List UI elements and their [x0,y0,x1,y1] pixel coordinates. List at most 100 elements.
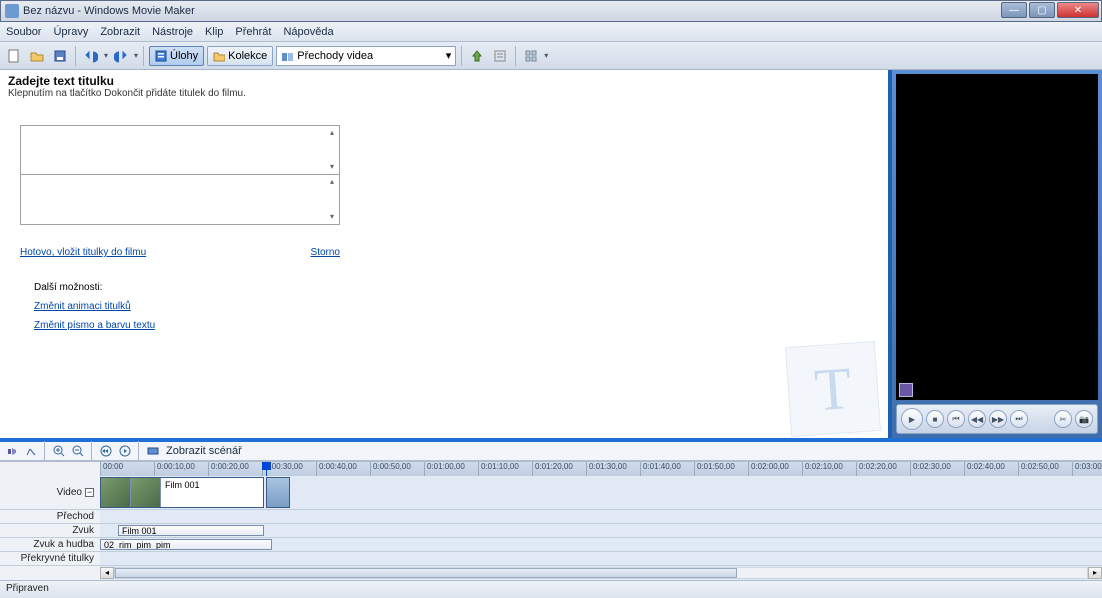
collections-label: Kolekce [228,50,267,62]
timeline-scrollbar[interactable]: ◂ ▸ [100,566,1102,580]
view-button[interactable] [521,46,541,66]
music-track-label: Zvuk a hudba [0,538,100,551]
scroll-left-button[interactable]: ◂ [100,567,114,579]
play-button[interactable]: ▶ [901,408,923,430]
audio-track-label: Zvuk [0,524,100,537]
tasks-icon [155,50,167,62]
music-track-content[interactable]: 02_rim_pim_pim [100,538,1102,551]
prev-button[interactable]: ⏮ [947,410,965,428]
app-icon [5,4,19,18]
scroll-down-icon[interactable]: ▾ [327,212,337,222]
collections-toggle[interactable]: Kolekce [207,46,273,66]
folder-icon [213,50,225,62]
clip-label: Film 001 [161,478,204,507]
title-editor-pane: Zadejte text titulku Klepnutím na tlačít… [0,70,888,438]
up-button[interactable] [467,46,487,66]
new-button[interactable] [4,46,24,66]
title-text-input-1[interactable]: ▴▾ [20,125,340,175]
transition-track: Přechod [0,510,1102,524]
play-timeline-button[interactable] [117,444,132,459]
undo-button[interactable] [81,46,101,66]
video-track-content[interactable]: Film 001 [100,476,1102,509]
collapse-button[interactable]: − [85,488,94,497]
done-link[interactable]: Hotovo, vložit titulky do filmu [20,247,146,258]
menu-tools[interactable]: Nástroje [152,26,193,38]
open-button[interactable] [27,46,47,66]
clip-thumbnail [101,478,131,507]
rewind-timeline-button[interactable] [98,444,113,459]
scroll-up-icon[interactable]: ▴ [327,128,337,138]
next-button[interactable]: ⏭ [1010,410,1028,428]
forward-button[interactable]: ▶▶ [989,410,1007,428]
change-animation-link[interactable]: Změnit animaci titulků [34,301,131,312]
rewind-button[interactable]: ◀◀ [968,410,986,428]
video-track-label: Video [57,487,82,498]
scroll-up-icon[interactable]: ▴ [327,177,337,187]
tasks-label: Úlohy [170,50,198,62]
menu-clip[interactable]: Klip [205,26,223,38]
tasks-toggle[interactable]: Úlohy [149,46,204,66]
title-watermark-icon: T [785,341,881,437]
close-button[interactable]: ✕ [1057,2,1099,18]
title-text-input-2[interactable]: ▴▾ [20,175,340,225]
transitions-icon [281,50,293,62]
audio-track: Zvuk Film 001 [0,524,1102,538]
music-track: Zvuk a hudba 02_rim_pim_pim [0,538,1102,552]
timeline-ruler[interactable]: 00:00 0:00:10,00 0:00:20,00 0:00:30,00 0… [100,462,1102,476]
switch-view-button[interactable]: Zobrazit scénář [166,445,242,457]
zoom-in-button[interactable] [51,444,66,459]
combo-value: Přechody videa [297,50,373,62]
preview-video[interactable] [896,74,1098,400]
video-clip-1[interactable]: Film 001 [100,477,264,508]
page-subtitle: Klepnutím na tlačítko Dokončit přidáte t… [8,88,880,99]
menu-play[interactable]: Přehrát [235,26,271,38]
video-track: Video− Film 001 [0,476,1102,510]
menu-view[interactable]: Zobrazit [100,26,140,38]
menu-help[interactable]: Nápověda [283,26,333,38]
timeline-toolbar: Zobrazit scénář [0,442,1102,461]
playback-controls: ▶ ■ ⏮ ◀◀ ▶▶ ⏭ ✂ 📷 [896,404,1098,434]
snapshot-button[interactable]: 📷 [1075,410,1093,428]
preview-thumbnail-icon [899,383,913,397]
music-clip[interactable]: 02_rim_pim_pim [100,539,272,550]
timeline: 00:00 0:00:10,00 0:00:20,00 0:00:30,00 0… [0,461,1102,580]
audio-clip[interactable]: Film 001 [118,525,264,536]
overlay-track-label: Překryvné titulky [0,552,100,565]
more-options-label: Další možnosti: [34,282,880,293]
menu-edit[interactable]: Úpravy [53,26,88,38]
split-button[interactable]: ✂ [1054,410,1072,428]
preview-pane: ▶ ■ ⏮ ◀◀ ▶▶ ⏭ ✂ 📷 [888,70,1102,438]
playhead[interactable] [266,462,267,476]
status-text: Připraven [6,583,49,594]
overlay-track-content[interactable] [100,552,1102,565]
transition-track-label: Přechod [0,510,100,523]
page-title: Zadejte text titulku [8,74,880,88]
timeline-audio-levels-button[interactable] [23,444,38,459]
menubar: Soubor Úpravy Zobrazit Nástroje Klip Pře… [0,22,1102,42]
zoom-out-button[interactable] [70,444,85,459]
window-title: Bez názvu - Windows Movie Maker [23,5,195,17]
menu-file[interactable]: Soubor [6,26,41,38]
scroll-right-button[interactable]: ▸ [1088,567,1102,579]
timeline-narrate-button[interactable] [4,444,19,459]
properties-button[interactable] [490,46,510,66]
collection-combo[interactable]: Přechody videa ▾ [276,46,456,66]
titlebar: Bez názvu - Windows Movie Maker — ▢ ✕ [0,0,1102,22]
minimize-button[interactable]: — [1001,2,1027,18]
scroll-down-icon[interactable]: ▾ [327,162,337,172]
stop-button[interactable]: ■ [926,410,944,428]
clip-thumbnail [131,478,161,507]
maximize-button[interactable]: ▢ [1029,2,1055,18]
video-clip-2[interactable] [266,477,290,508]
status-bar: Připraven [0,580,1102,598]
save-button[interactable] [50,46,70,66]
cancel-link[interactable]: Storno [311,247,340,258]
change-font-link[interactable]: Změnit písmo a barvu textu [34,320,155,331]
overlay-track: Překryvné titulky [0,552,1102,566]
scrollbar-thumb[interactable] [115,568,737,578]
storyboard-icon [145,444,160,459]
redo-button[interactable] [111,46,131,66]
toolbar: ▾ ▾ Úlohy Kolekce Přechody videa ▾ ▾ [0,42,1102,70]
audio-track-content[interactable]: Film 001 [100,524,1102,537]
transition-track-content[interactable] [100,510,1102,523]
